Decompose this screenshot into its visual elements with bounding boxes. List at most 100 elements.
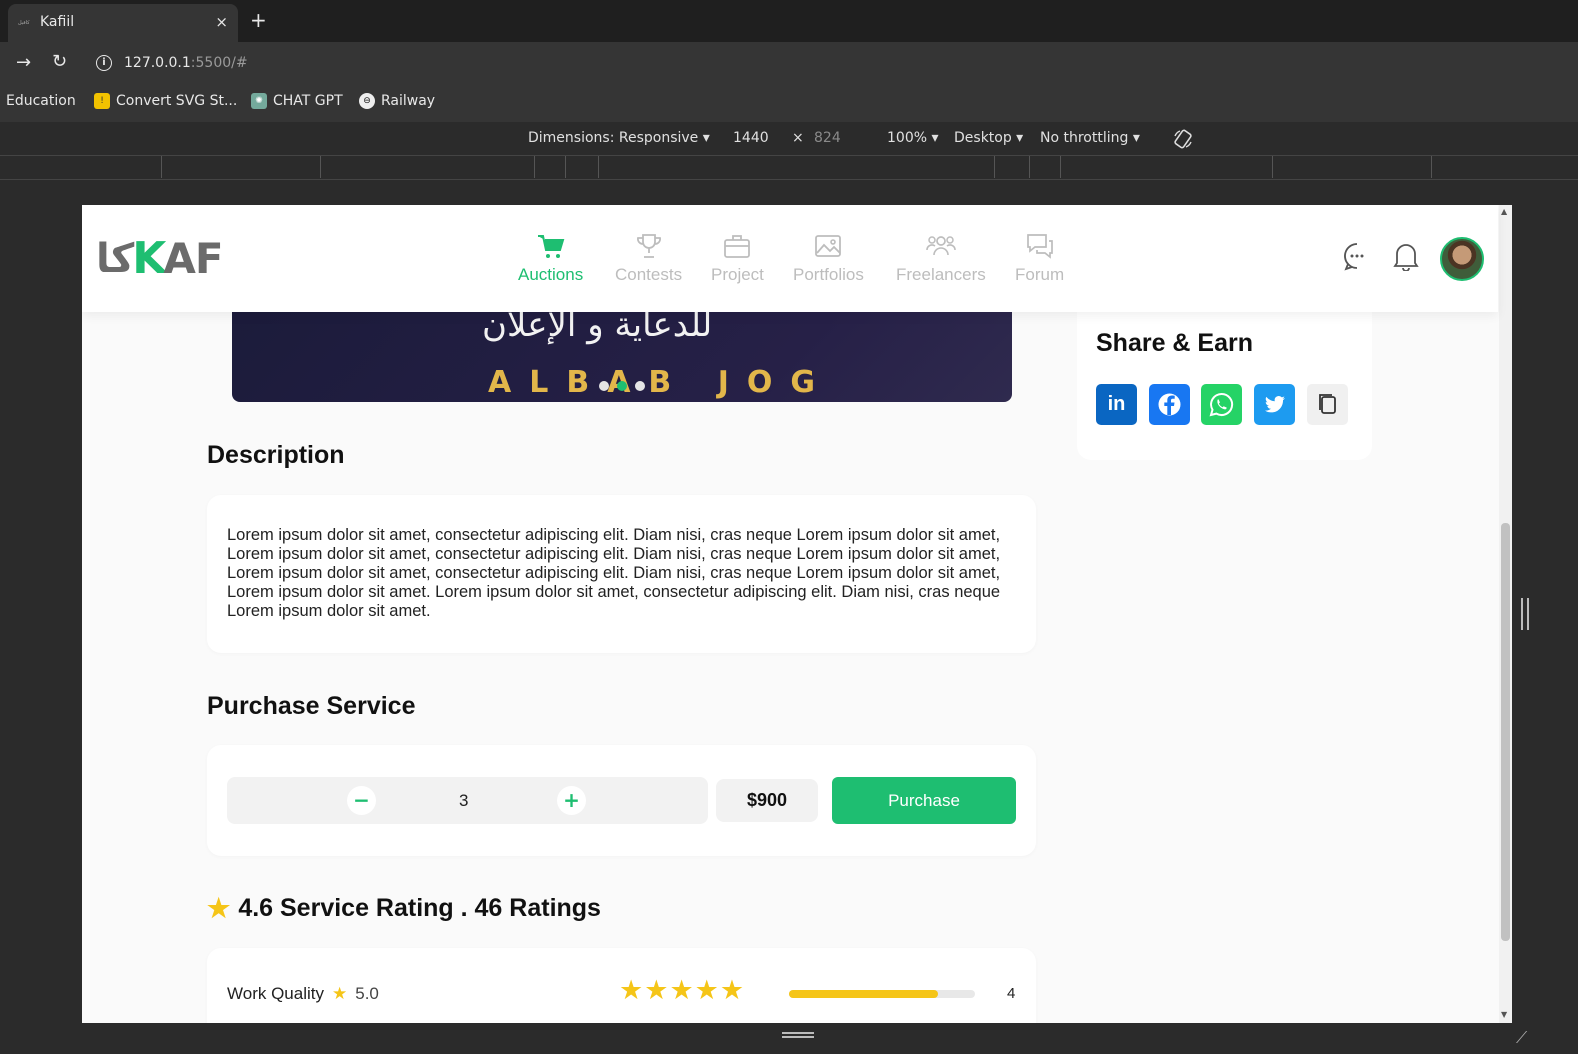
gallery-dot[interactable] <box>635 381 645 391</box>
scrollbar-thumb[interactable] <box>1501 523 1510 941</box>
scroll-down-icon[interactable]: ▼ <box>1501 1010 1507 1019</box>
purchase-title: Purchase Service <box>207 692 416 720</box>
resize-handle-right[interactable] <box>1521 598 1529 630</box>
url-host: 127.0.0.1 <box>124 55 191 71</box>
rating-bar-fill <box>789 990 938 998</box>
nav-portfolios[interactable]: Portfolios <box>793 231 864 285</box>
rating-title: 4.6 Service Rating . 46 Ratings <box>238 894 601 922</box>
times-sign: × <box>792 130 804 146</box>
bookmark-education[interactable]: Education <box>6 93 76 109</box>
star-icon: ★ <box>207 893 231 923</box>
bookmark-label: Railway <box>381 93 436 109</box>
decrease-button[interactable]: − <box>347 786 376 815</box>
site-header: كا K AF Auctions Contests Project Portfo… <box>82 205 1498 312</box>
openai-icon: ✺ <box>251 93 267 109</box>
bell-icon[interactable] <box>1392 241 1420 271</box>
forward-icon[interactable]: → <box>16 52 31 73</box>
width-input[interactable]: 1440 <box>733 130 769 146</box>
nav-label: Project <box>711 265 764 284</box>
tab-title: Kafiil <box>40 14 75 30</box>
nav-label: Freelancers <box>896 265 986 284</box>
height-input[interactable]: 824 <box>814 130 841 146</box>
rating-summary: ★ 4.6 Service Rating . 46 Ratings <box>207 893 601 924</box>
logo-latin: AF <box>163 234 223 283</box>
image-icon <box>815 235 842 257</box>
url-path: :5500/# <box>190 55 248 71</box>
users-icon <box>926 236 956 256</box>
star-icon: ★ <box>644 975 670 1006</box>
rating-count: 4 <box>1007 985 1016 1002</box>
purchase-button[interactable]: Purchase <box>832 777 1016 824</box>
railway-icon: ⊖ <box>359 93 375 109</box>
tab-bar: كافيل Kafiil × + <box>0 0 1578 42</box>
share-title: Share & Earn <box>1096 329 1254 357</box>
share-card: Share & Earn in <box>1077 303 1372 460</box>
gallery-dots <box>599 381 645 391</box>
price-display: $900 <box>716 779 818 822</box>
bookmark-railway[interactable]: ⊖ Railway <box>359 93 435 109</box>
page-viewport: للدعاية و الإعلان ALBAB JOG كا K AF Auct… <box>82 205 1512 1023</box>
rating-stars: ★★★★★ <box>619 975 745 1006</box>
messages-icon[interactable] <box>1342 241 1372 271</box>
device-select[interactable]: Desktop ▾ <box>954 130 1023 146</box>
nav-label: Portfolios <box>793 265 864 284</box>
media-query-ruler <box>0 156 1578 180</box>
gallery-dot-active[interactable] <box>617 381 627 391</box>
nav-auctions[interactable]: Auctions <box>518 231 583 285</box>
reload-icon[interactable]: ↻ <box>52 51 67 72</box>
rating-row: Work Quality ★ 5.0 <box>227 984 379 1004</box>
logo-k: K <box>132 233 166 284</box>
rotate-icon[interactable] <box>1172 128 1194 150</box>
star-icon: ★ <box>719 975 746 1006</box>
zoom-select[interactable]: 100% ▾ <box>887 130 939 146</box>
nav-forum[interactable]: Forum <box>1015 231 1064 285</box>
nav-contests[interactable]: Contests <box>615 231 682 285</box>
url-field[interactable]: 127.0.0.1:5500/# <box>124 55 248 71</box>
new-tab-button[interactable]: + <box>250 9 267 31</box>
scroll-up-icon[interactable]: ▲ <box>1501 207 1507 216</box>
close-icon[interactable]: × <box>215 13 228 31</box>
whatsapp-icon[interactable] <box>1201 384 1242 425</box>
kafiil-logo[interactable]: كا K AF <box>96 233 224 284</box>
bookmark-label: Education <box>6 93 76 109</box>
description-text: Lorem ipsum dolor sit amet, consectetur … <box>227 526 1001 620</box>
twitter-icon[interactable] <box>1254 384 1295 425</box>
copy-icon[interactable] <box>1307 384 1348 425</box>
throttle-select[interactable]: No throttling ▾ <box>1040 130 1140 146</box>
site-info-icon[interactable]: i <box>96 55 112 71</box>
description-card: Lorem ipsum dolor sit amet, consectetur … <box>207 495 1036 653</box>
user-avatar[interactable] <box>1440 237 1484 281</box>
linkedin-icon[interactable]: in <box>1096 384 1137 425</box>
star-icon: ★ <box>669 975 695 1006</box>
resize-handle-corner[interactable]: ⟋ <box>1516 1028 1527 1048</box>
bookmark-label: Convert SVG St... <box>116 93 238 109</box>
resize-handle-bottom[interactable] <box>782 1032 814 1038</box>
quantity-value[interactable]: 3 <box>459 791 468 811</box>
increase-button[interactable]: + <box>557 786 586 815</box>
rating-bar <box>789 990 975 998</box>
nav-label: Contests <box>615 265 683 284</box>
nav-label: Auctions <box>518 265 584 284</box>
device-toolbar: Dimensions: Responsive ▾ 1440 × 824 100%… <box>0 122 1578 156</box>
browser-tab[interactable]: كافيل Kafiil × <box>8 4 238 42</box>
logo-arabic: كا <box>96 235 135 282</box>
nav-freelancers[interactable]: Freelancers <box>896 231 986 285</box>
star-icon: ★ <box>694 975 720 1006</box>
bookmarks-bar: Education ! Convert SVG St... ✺ CHAT GPT… <box>0 84 1578 122</box>
nav-project[interactable]: Project <box>711 231 764 285</box>
chat-icon <box>1026 234 1053 259</box>
briefcase-icon <box>724 235 751 258</box>
quantity-stepper: − 3 + <box>227 777 708 824</box>
bookmark-chatgpt[interactable]: ✺ CHAT GPT <box>251 93 343 109</box>
description-title: Description <box>207 441 345 469</box>
facebook-icon[interactable] <box>1149 384 1190 425</box>
bookmark-convert-svg[interactable]: ! Convert SVG St... <box>94 93 237 109</box>
bookmark-label: CHAT GPT <box>273 93 343 109</box>
hero-brand-text: ALBAB JOG <box>488 365 834 400</box>
rating-score: 5.0 <box>355 984 379 1003</box>
gallery-dot[interactable] <box>599 381 609 391</box>
star-icon: ★ <box>332 984 348 1003</box>
trophy-icon <box>636 234 661 258</box>
dimensions-select[interactable]: Dimensions: Responsive ▾ <box>528 130 710 146</box>
nav-label: Forum <box>1015 265 1065 284</box>
